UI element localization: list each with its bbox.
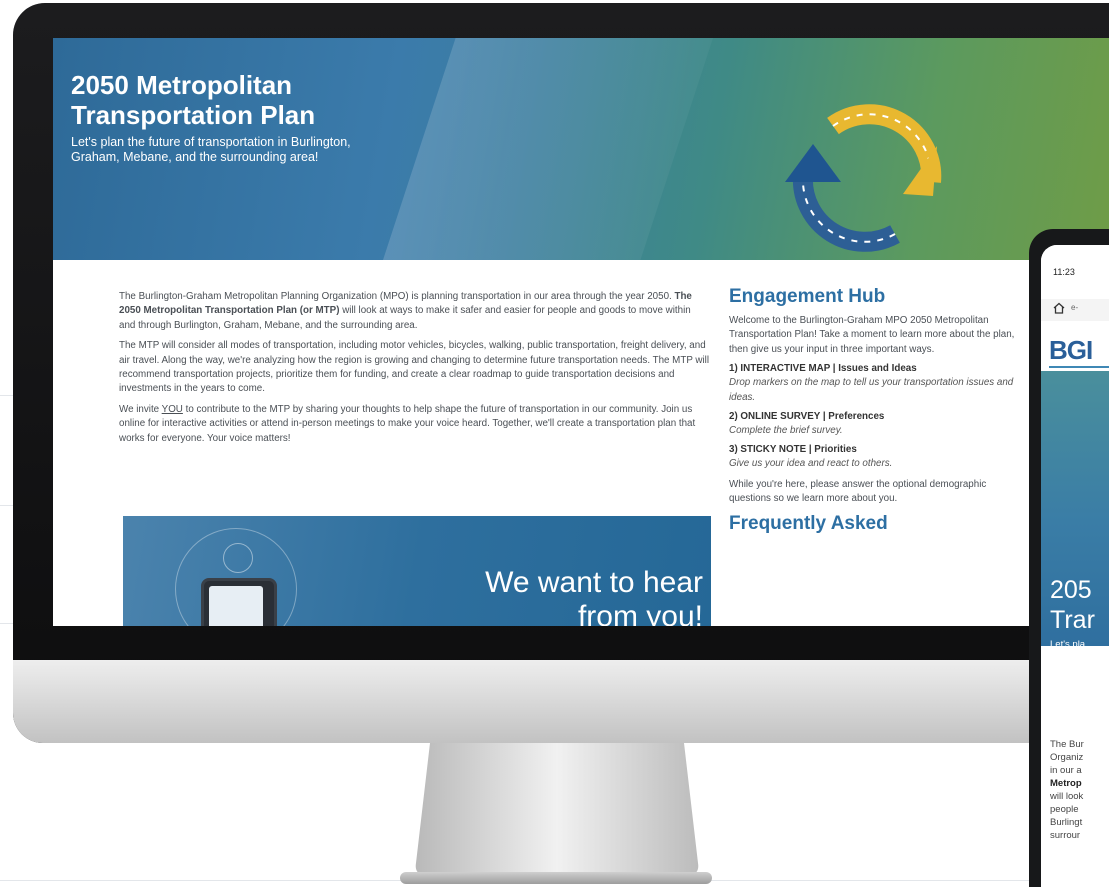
home-icon[interactable]	[1053, 302, 1065, 314]
engagement-hub-heading: Engagement Hub	[729, 286, 886, 307]
demographic-note: While you're here, please answer the opt…	[729, 478, 987, 505]
engagement-hub-intro: Welcome to the Burlington-Graham MPO 205…	[729, 315, 1015, 355]
phone-body-line: Organiz	[1050, 752, 1084, 763]
hero-light-shard	[383, 38, 713, 260]
phone-title-line: Trar	[1050, 606, 1095, 634]
phone-clock: 11:23	[1053, 267, 1075, 277]
phone-sub-line: surrour	[1050, 665, 1081, 676]
intro-text: The Burlington-Graham Metropolitan Plann…	[119, 291, 675, 302]
invite-text-end: to contribute to the MTP by sharing your…	[119, 403, 696, 444]
engagement-hub-sidebar: Engagement Hub Welcome to the Burlington…	[729, 286, 1019, 535]
phone-body-line: surrour	[1050, 830, 1081, 841]
hero-title: 2050 Metropolitan Transportation Plan	[71, 70, 316, 130]
invite-paragraph: We invite YOU to contribute to the MTP b…	[119, 403, 709, 446]
you-link[interactable]: YOU	[162, 404, 183, 415]
tablet-screen-icon	[209, 586, 263, 626]
phone-body-line: in our a	[1050, 765, 1082, 776]
phone-body-line: The Bur	[1050, 739, 1084, 750]
phone-hero-title: 205 Trar	[1050, 575, 1109, 635]
phone-screen: 11:23 e- BGI 205 Trar Let's pla Burling …	[1041, 245, 1109, 887]
logo-underline	[1049, 366, 1109, 368]
main-content: The Burlington-Graham Metropolitan Plann…	[119, 290, 709, 452]
interactive-map-link[interactable]: 1) INTERACTIVE MAP | Issues and Ideas	[729, 363, 1019, 374]
sticky-note-desc: Give us your idea and react to others.	[729, 458, 893, 470]
phone-sub-line: Burling	[1050, 652, 1080, 663]
online-survey-desc: Complete the brief survey.	[729, 425, 843, 437]
phone-title-line: 205	[1050, 576, 1092, 604]
invite-text: We invite	[119, 403, 162, 415]
bgmpo-logo[interactable]: BGI	[1049, 335, 1093, 366]
banner-heading: We want to hear from you!	[485, 566, 703, 626]
phone-hero-subtitle: Let's pla Burling surrour	[1050, 638, 1109, 677]
hear-from-you-banner[interactable]: We want to hear from you!	[123, 516, 711, 626]
online-survey-link[interactable]: 2) ONLINE SURVEY | Preferences	[729, 411, 1019, 422]
phone-body-line: Burlingt	[1050, 817, 1083, 828]
road-cycle-logo-icon	[785, 104, 942, 252]
phone-body-text: The Bur Organiz in our a Metrop will loo…	[1050, 738, 1109, 842]
website-screen: 2050 Metropolitan Transportation Plan Le…	[53, 38, 1109, 626]
faq-heading: Frequently Asked	[729, 512, 888, 534]
interactive-map-desc: Drop markers on the map to tell us your …	[729, 377, 1014, 403]
hero-banner: 2050 Metropolitan Transportation Plan Le…	[53, 38, 1109, 260]
phone-url-bar[interactable]: e-	[1071, 303, 1078, 312]
imac-chin	[13, 660, 1109, 743]
modes-paragraph: The MTP will consider all modes of trans…	[119, 340, 710, 395]
phone-status-bar	[1041, 245, 1109, 283]
decorative-pie-icon	[223, 543, 253, 573]
imac-stand	[415, 743, 699, 875]
phone-body-line: Metrop	[1050, 778, 1082, 789]
hero-subtitle: Let's plan the future of transportation …	[71, 135, 351, 164]
phone-body-line: people	[1050, 804, 1079, 815]
sticky-note-link[interactable]: 3) STICKY NOTE | Priorities	[729, 444, 1019, 455]
intro-paragraph: The Burlington-Graham Metropolitan Plann…	[119, 290, 709, 333]
phone-body-line: will look	[1050, 791, 1084, 802]
phone-sub-line: Let's pla	[1050, 639, 1086, 650]
imac-stand-base	[400, 872, 712, 884]
